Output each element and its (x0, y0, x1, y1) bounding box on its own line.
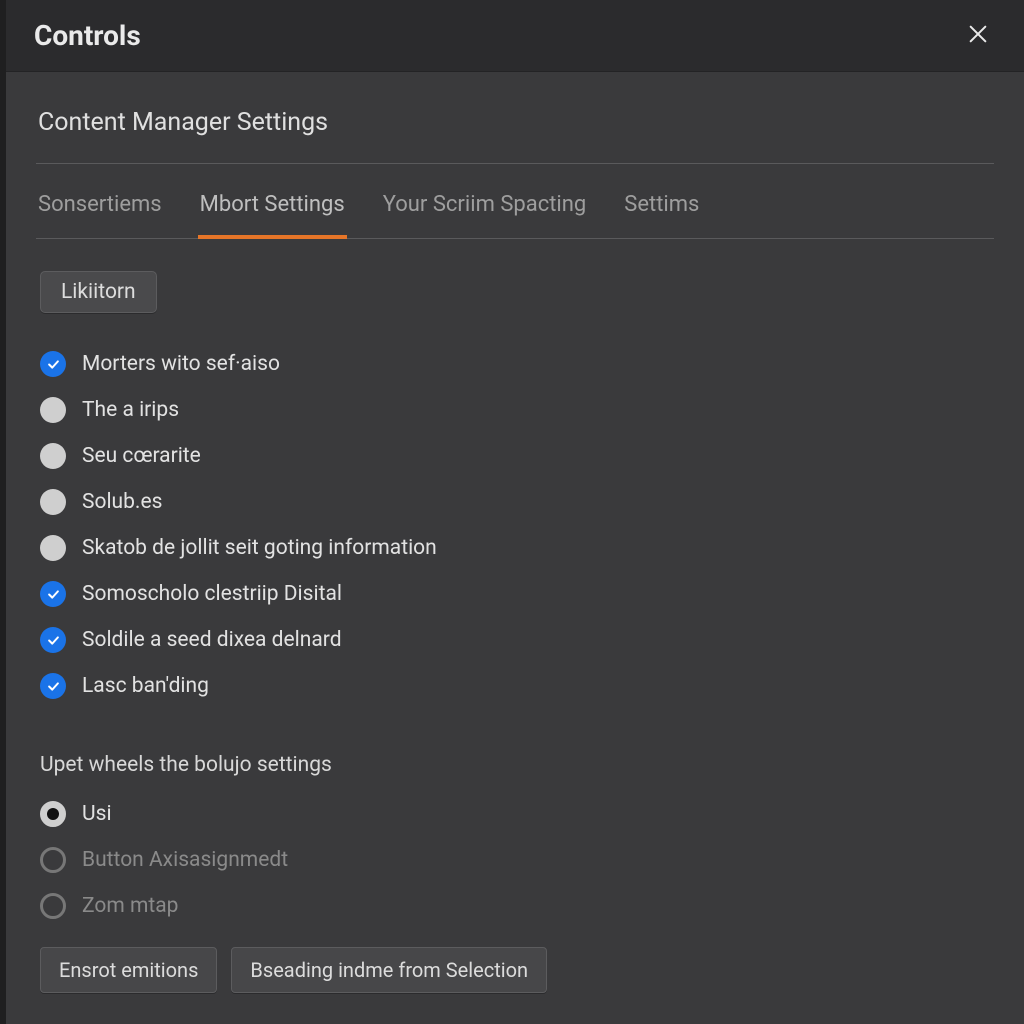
options-list: Morters wito sef·aiso The a irips Seu cœ… (40, 341, 990, 709)
close-icon (967, 23, 989, 49)
radio-icon (40, 893, 66, 919)
radio-usi[interactable]: Usi (40, 791, 990, 837)
check-icon (40, 581, 66, 607)
tab-sonsertiems[interactable]: Sonsertiems (36, 166, 164, 239)
close-button[interactable] (960, 18, 996, 54)
tab-bar: Sonsertiems Mbort Settings Your Scriim S… (36, 166, 994, 239)
radio-icon (40, 489, 66, 515)
radio-section-heading: Upet wheels the bolujo settings (40, 753, 990, 783)
footer-button-row: Ensrot emitions Bseading indme from Sele… (40, 947, 990, 993)
radio-label: Zom mtap (82, 894, 178, 918)
option-label: The a irips (82, 398, 179, 422)
tab-settims[interactable]: Settims (622, 166, 701, 239)
radio-icon (40, 443, 66, 469)
option-label: Solub.es (82, 490, 162, 514)
option-label: Somoscholo clestriip Disital (82, 582, 342, 606)
tab-body: Likiitorn Morters wito sef·aiso The a ir… (36, 239, 994, 993)
check-icon (40, 627, 66, 653)
radio-button-axis[interactable]: Button Axisasignmedt (40, 837, 990, 883)
option-solub[interactable]: Solub.es (40, 479, 990, 525)
option-label: Lasc ban'ding (82, 674, 209, 698)
tab-mbort-settings[interactable]: Mbort Settings (198, 166, 347, 239)
option-lasc[interactable]: Lasc ban'ding (40, 663, 990, 709)
option-somos[interactable]: Somoscholo clestriip Disital (40, 571, 990, 617)
radio-group: Usi Button Axisasignmedt Zom mtap (40, 791, 990, 929)
settings-window: Controls Content Manager Settings Sonser… (0, 0, 1024, 1024)
radio-icon (40, 847, 66, 873)
option-soldile[interactable]: Soldile a seed dixea delnard (40, 617, 990, 663)
titlebar: Controls (6, 0, 1024, 72)
radio-icon (40, 801, 66, 827)
radio-zom-mtap[interactable]: Zom mtap (40, 883, 990, 929)
page-subtitle: Content Manager Settings (36, 94, 994, 164)
radio-label: Button Axisasignmedt (82, 848, 288, 872)
bseading-selection-button[interactable]: Bseading indme from Selection (231, 947, 547, 993)
tab-your-scriim-spacting[interactable]: Your Scriim Spacting (381, 166, 589, 239)
option-label: Morters wito sef·aiso (82, 352, 280, 376)
check-icon (40, 673, 66, 699)
option-skatob[interactable]: Skatob de jollit seit goting information (40, 525, 990, 571)
option-morters[interactable]: Morters wito sef·aiso (40, 341, 990, 387)
radio-icon (40, 535, 66, 561)
option-label: Seu cœrarite (82, 444, 201, 468)
radio-label: Usi (82, 802, 112, 826)
option-label: Soldile a seed dixea delnard (82, 628, 342, 652)
likiitorn-button[interactable]: Likiitorn (40, 271, 157, 313)
check-icon (40, 351, 66, 377)
option-label: Skatob de jollit seit goting information (82, 536, 437, 560)
option-irips[interactable]: The a irips (40, 387, 990, 433)
ensrot-emitions-button[interactable]: Ensrot emitions (40, 947, 217, 993)
option-seu[interactable]: Seu cœrarite (40, 433, 990, 479)
content-area: Content Manager Settings Sonsertiems Mbo… (6, 72, 1024, 1024)
radio-icon (40, 397, 66, 423)
window-title: Controls (34, 19, 960, 52)
